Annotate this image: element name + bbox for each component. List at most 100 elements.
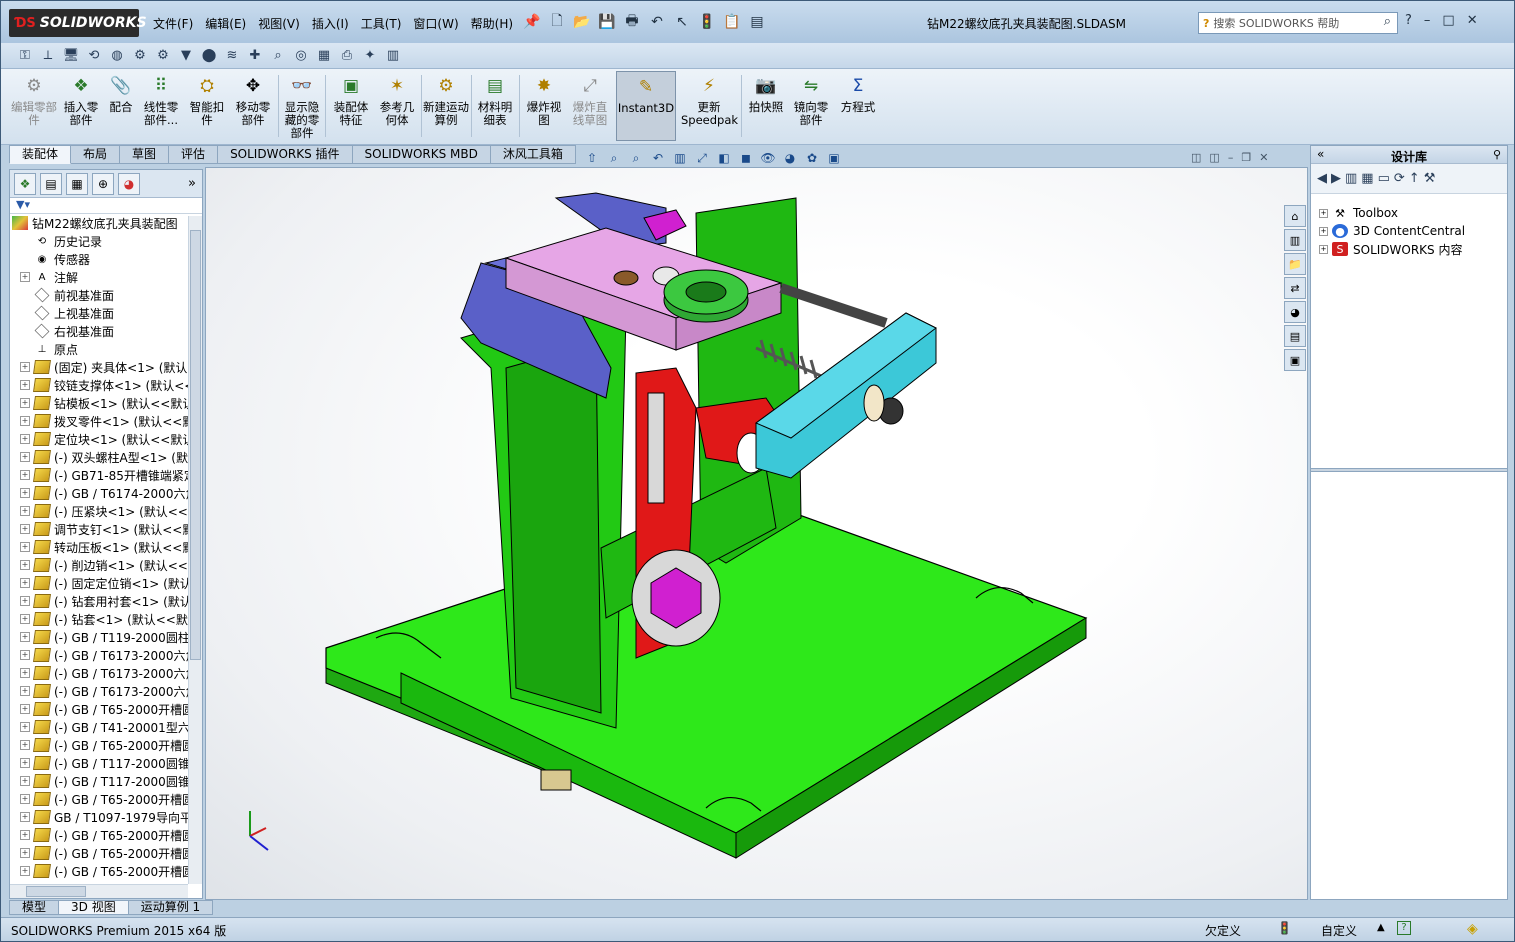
tree-node[interactable]: + (-) GB / T117-2000圆锥销	[10, 772, 202, 790]
assembly-feature-button[interactable]: ▣ 装配体特征	[329, 73, 373, 127]
minimize-icon[interactable]: –	[1424, 13, 1431, 28]
globe-view-icon[interactable]: ◍	[107, 46, 127, 66]
excel-icon[interactable]: ▦	[314, 46, 334, 66]
tree-node[interactable]: + 转动压板<1> (默认<<默	[10, 538, 202, 556]
hide-show-icon[interactable]: 👁	[759, 149, 777, 167]
menu-view[interactable]: 视图(V)	[252, 14, 306, 34]
unit-system[interactable]: 自定义	[1321, 922, 1357, 939]
units-dropdown-icon[interactable]: ▲	[1377, 922, 1385, 933]
viewport-restore-icon[interactable]: ❐	[1241, 151, 1251, 164]
dynamic-annotation-icon[interactable]: ⤢	[693, 149, 711, 167]
expand-icon[interactable]: +	[20, 722, 30, 732]
collapse-icon[interactable]: «	[1317, 147, 1324, 161]
tree-node[interactable]: + (-) GB / T41-20001型六角	[10, 718, 202, 736]
tree-node[interactable]: + 定位块<1> (默认<<默认	[10, 430, 202, 448]
expand-icon[interactable]: +	[20, 776, 30, 786]
funnel-icon[interactable]: ▼	[176, 46, 196, 66]
tree-node[interactable]: + GB / T1097-1979导向平键	[10, 808, 202, 826]
tree-node[interactable]: + (-) GB / T117-2000圆锥销	[10, 754, 202, 772]
tree-horizontal-scrollbar[interactable]	[10, 884, 188, 898]
file-explorer-icon[interactable]: ⇄	[1284, 277, 1306, 299]
tree-node[interactable]: ◉ 传感器	[10, 250, 202, 268]
solidworks-logo[interactable]: ƊS SOLIDWORKS	[9, 9, 147, 37]
expand-icon[interactable]: +	[20, 380, 30, 390]
tree-node[interactable]: + 拨叉零件<1> (默认<<默	[10, 412, 202, 430]
expand-icon[interactable]: +	[20, 506, 30, 516]
arrow-up-icon[interactable]: ⇧	[583, 149, 601, 167]
more-tabs-icon[interactable]: »	[188, 176, 196, 191]
new-star-icon[interactable]: ✦	[360, 46, 380, 66]
maximize-icon[interactable]: □	[1442, 13, 1454, 28]
expand-icon[interactable]: +	[20, 542, 30, 552]
print-icon[interactable]: 🖶	[621, 11, 643, 33]
add-file-location-icon[interactable]: ▦	[1361, 171, 1373, 186]
options-icon[interactable]: ▤	[746, 11, 768, 33]
expand-icon[interactable]: +	[20, 812, 30, 822]
table-icon[interactable]: ▥	[383, 46, 403, 66]
rotate-icon[interactable]: ⟲	[84, 46, 104, 66]
tree-root[interactable]: 钻M22螺纹底孔夹具装配图	[10, 214, 202, 232]
back-icon[interactable]: ◀	[1317, 171, 1327, 186]
tree-node[interactable]: ⟲ 历史记录	[10, 232, 202, 250]
expand-icon[interactable]: +	[1319, 244, 1328, 254]
tree-node[interactable]: + (-) 削边销<1> (默认<<默	[10, 556, 202, 574]
rebuild-icon[interactable]: 🚦	[696, 11, 718, 33]
expand-icon[interactable]: +	[20, 650, 30, 660]
mirror-component-button[interactable]: ⇋ 镜向零部件	[789, 73, 833, 127]
tree-node[interactable]: 右视基准面	[10, 322, 202, 340]
expand-icon[interactable]: +	[20, 272, 30, 282]
marker-icon[interactable]: ⬤	[199, 46, 219, 66]
pin-icon[interactable]: 📌	[521, 11, 543, 33]
tree-node[interactable]: + (-) GB71-85开槽锥端紧定	[10, 466, 202, 484]
help-icon[interactable]: ?	[1405, 13, 1412, 28]
expand-icon[interactable]: +	[20, 866, 30, 876]
dimxpert-tab-icon[interactable]: ⊕	[92, 172, 114, 195]
view-palette-icon[interactable]: ◕	[1284, 301, 1306, 323]
tab-assembly[interactable]: 装配体	[9, 145, 72, 164]
display-icon[interactable]: 🖥	[61, 46, 81, 66]
file-properties-icon[interactable]: 📋	[721, 11, 743, 33]
show-hidden-button[interactable]: 👓 显示隐藏的零部件	[281, 73, 323, 140]
tab-layout[interactable]: 布局	[71, 145, 121, 164]
display-style-icon[interactable]: ◼	[737, 149, 755, 167]
exploded-view-button[interactable]: ✸ 爆炸视图	[522, 73, 566, 127]
binoculars-icon[interactable]: ◎	[291, 46, 311, 66]
library-item-3d-contentcentral[interactable]: + ● 3D ContentCentral	[1319, 222, 1507, 240]
display-manager-tab-icon[interactable]: ◕	[118, 172, 140, 195]
tab-model[interactable]: 模型	[9, 900, 60, 915]
refresh-icon[interactable]: ⟳	[1394, 171, 1405, 186]
tab-evaluate[interactable]: 评估	[169, 145, 219, 164]
move-component-button[interactable]: ✥ 移动零部件	[231, 73, 275, 127]
property-manager-tab-icon[interactable]: ▤	[40, 172, 62, 195]
expand-icon[interactable]: +	[20, 830, 30, 840]
zoom-to-fit-icon[interactable]: ⌕	[605, 149, 623, 167]
expand-icon[interactable]: +	[20, 470, 30, 480]
settings-gear-icon[interactable]: ⚙	[130, 46, 150, 66]
expand-icon[interactable]: +	[20, 398, 30, 408]
tree-node[interactable]: + (固定) 夹具体<1> (默认<	[10, 358, 202, 376]
tree-filter[interactable]: ▼▾	[10, 198, 202, 214]
expand-icon[interactable]: +	[20, 632, 30, 642]
split-view-2-icon[interactable]: ◫	[1209, 151, 1219, 164]
expand-icon[interactable]: +	[20, 434, 30, 444]
feature-tree-tab-icon[interactable]: ❖	[14, 172, 36, 195]
appearances-icon[interactable]: ▤	[1284, 325, 1306, 347]
key-icon[interactable]: ⚿	[15, 46, 35, 66]
tree-node[interactable]: + (-) GB / T65-2000开槽圆	[10, 790, 202, 808]
expand-icon[interactable]: +	[20, 416, 30, 426]
expand-icon[interactable]: +	[1319, 208, 1328, 218]
appearance-icon[interactable]: ◕	[781, 149, 799, 167]
tree-node[interactable]: 前视基准面	[10, 286, 202, 304]
puzzle-icon[interactable]: ✚	[245, 46, 265, 66]
open-folder-icon[interactable]: 📂	[571, 11, 593, 33]
tree-node[interactable]: + (-) 双头螺柱A型<1> (默认	[10, 448, 202, 466]
tab-motion-study[interactable]: 运动算例 1	[128, 900, 214, 915]
expand-icon[interactable]: +	[20, 668, 30, 678]
tab-3d-view[interactable]: 3D 视图	[59, 900, 129, 915]
menu-help[interactable]: 帮助(H)	[465, 14, 519, 34]
search-icon[interactable]: ⌕	[1384, 14, 1391, 29]
tree-node[interactable]: 上视基准面	[10, 304, 202, 322]
save-icon[interactable]: 💾	[596, 11, 618, 33]
linear-pattern-button[interactable]: ⠿ 线性零部件...	[139, 73, 183, 127]
gear-icon[interactable]: ⚙	[153, 46, 173, 66]
